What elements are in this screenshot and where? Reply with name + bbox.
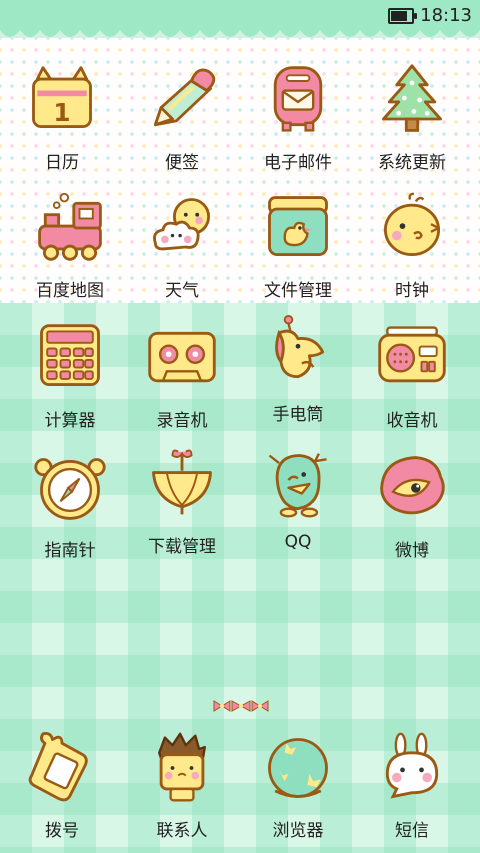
app-label: 文件管理	[264, 281, 332, 301]
umbrella-icon	[152, 449, 212, 515]
chick-icon	[383, 192, 441, 257]
status-right: 18:13	[388, 5, 472, 26]
app-label: 电子邮件	[264, 153, 332, 173]
battery-icon	[388, 7, 418, 24]
app-label: 天气	[165, 281, 199, 301]
app-flashlight[interactable]: 手电筒	[238, 314, 358, 425]
app-label: 指南针	[44, 541, 96, 561]
app-compass[interactable]: 指南针	[10, 450, 130, 561]
app-weibo[interactable]: 微博	[352, 450, 472, 561]
dock-contacts[interactable]: 联系人	[122, 730, 242, 841]
phone-icon	[28, 732, 88, 802]
calculator-icon	[40, 324, 100, 387]
train-icon	[38, 192, 102, 261]
bunny-icon	[385, 732, 439, 799]
app-label: 时钟	[395, 281, 429, 301]
app-label: 录音机	[156, 411, 208, 431]
dock-messages[interactable]: 短信	[352, 730, 472, 841]
app-label: 联系人	[156, 821, 208, 841]
app-email[interactable]: 电子邮件	[238, 62, 358, 173]
penguin-icon	[268, 453, 327, 518]
app-baidu-map[interactable]: 百度地图	[10, 190, 130, 301]
mailbox-icon	[273, 66, 323, 132]
app-label: 便签	[165, 153, 199, 173]
app-label: 系统更新	[378, 153, 446, 173]
app-label: 短信	[395, 821, 429, 841]
svg-text:1: 1	[53, 98, 70, 127]
app-label: 拨号	[45, 821, 79, 841]
sun-cloud-icon	[153, 198, 211, 251]
globe-icon	[268, 738, 328, 798]
app-label: 百度地图	[36, 281, 104, 301]
app-calendar[interactable]: 1 日历	[2, 62, 122, 173]
dock-browser[interactable]: 浏览器	[238, 730, 358, 841]
scallop-border	[0, 24, 480, 37]
cassette-icon	[148, 331, 216, 383]
app-label: 计算器	[44, 411, 96, 431]
app-label: 手电筒	[272, 405, 324, 425]
bird-icon	[275, 314, 325, 379]
app-calculator[interactable]: 计算器	[10, 320, 130, 431]
app-file-manager[interactable]: 文件管理	[238, 190, 358, 301]
compass-icon	[34, 458, 106, 520]
eye-icon	[380, 456, 445, 515]
boy-icon	[158, 732, 206, 802]
calendar-icon: 1	[32, 66, 92, 129]
app-clock[interactable]: 时钟	[352, 190, 472, 301]
app-label: 收音机	[386, 411, 438, 431]
app-qq[interactable]: QQ	[238, 446, 358, 552]
app-system-update[interactable]: 系统更新	[352, 62, 472, 173]
radio-icon	[378, 326, 446, 383]
ribbon-decoration	[213, 700, 269, 712]
app-download-manager[interactable]: 下载管理	[122, 446, 242, 557]
clock-time: 18:13	[420, 5, 472, 26]
app-radio[interactable]: 收音机	[352, 320, 472, 431]
app-label: 日历	[45, 153, 79, 173]
app-label: 微博	[395, 541, 429, 561]
app-label: QQ	[284, 532, 312, 552]
tree-icon	[382, 64, 442, 132]
jar-icon	[268, 196, 328, 257]
pencil-icon	[153, 68, 216, 127]
app-weather[interactable]: 天气	[122, 190, 242, 301]
app-label: 浏览器	[272, 821, 324, 841]
app-recorder[interactable]: 录音机	[122, 320, 242, 431]
app-label: 下载管理	[148, 537, 216, 557]
app-notes[interactable]: 便签	[122, 62, 242, 173]
dock-phone[interactable]: 拨号	[2, 730, 122, 841]
